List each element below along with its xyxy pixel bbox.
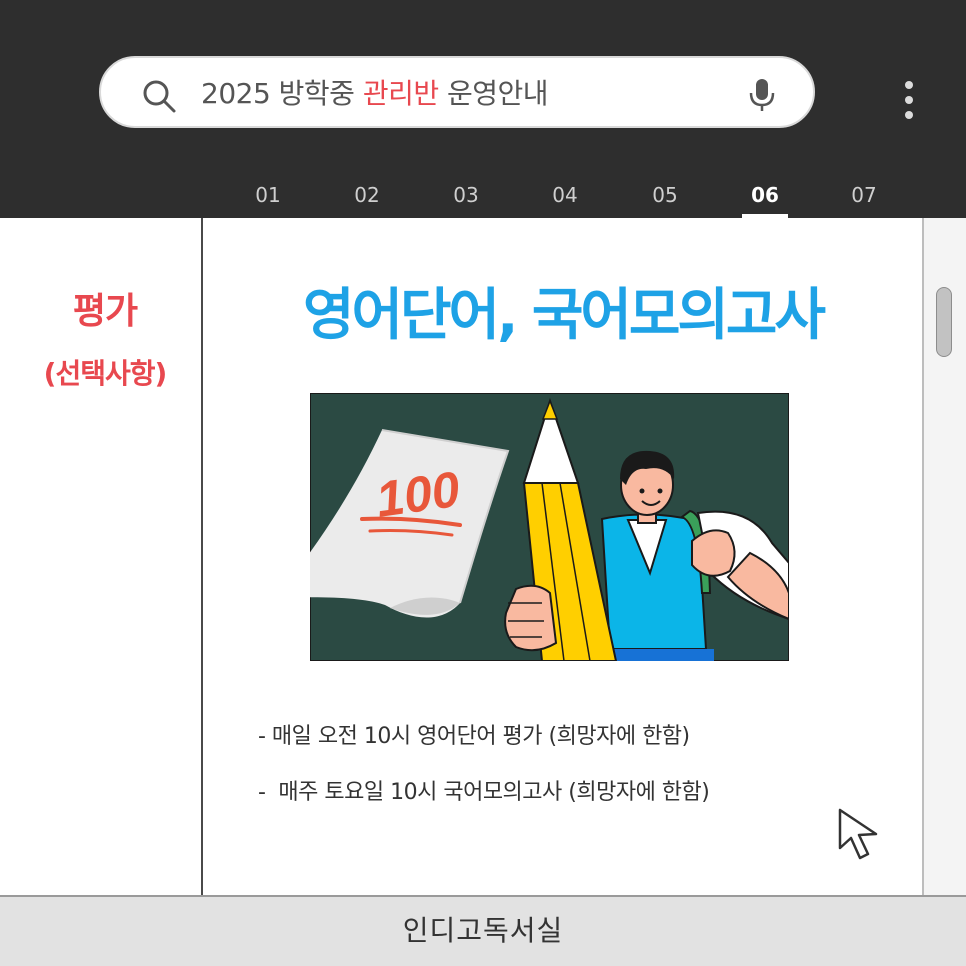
tab-07[interactable]: 07	[816, 176, 912, 218]
search-bar[interactable]: 2025 방학중 관리반 운영안내	[99, 56, 815, 128]
more-vertical-icon[interactable]	[898, 80, 920, 120]
microphone-icon[interactable]	[748, 78, 776, 112]
search-text-after: 운영안내	[438, 77, 549, 110]
scrollbar-thumb[interactable]	[936, 287, 952, 357]
search-text-before: 2025 방학중	[201, 77, 363, 110]
exam-illustration: 100	[310, 393, 789, 661]
tab-06[interactable]: 06	[717, 176, 813, 218]
sidebar-sublabel: (선택사항)	[43, 357, 168, 390]
bullet-item-2: - 매주 토요일 10시 국어모의고사 (희망자에 한함)	[258, 780, 710, 805]
footer-bar: 인디고독서실	[0, 895, 966, 966]
search-query[interactable]: 2025 방학중 관리반 운영안내	[201, 74, 549, 114]
top-bar: 2025 방학중 관리반 운영안내 01 02 03 04 05 06 07	[0, 0, 966, 218]
search-text-highlight: 관리반	[362, 77, 439, 110]
tab-01[interactable]: 01	[220, 176, 316, 218]
tab-04[interactable]: 04	[517, 176, 613, 218]
tab-02[interactable]: 02	[319, 176, 415, 218]
sidebar-label: 평가	[72, 291, 138, 332]
section-title: 영어단어, 국어모의고사	[303, 283, 826, 348]
search-icon[interactable]	[141, 78, 177, 114]
tab-05[interactable]: 05	[617, 176, 713, 218]
footer-brand: 인디고독서실	[402, 914, 564, 947]
bullet-item-1: - 매일 오전 10시 영어단어 평가 (희망자에 한함)	[258, 724, 690, 749]
mouse-pointer-icon	[838, 808, 878, 860]
tab-03[interactable]: 03	[418, 176, 514, 218]
